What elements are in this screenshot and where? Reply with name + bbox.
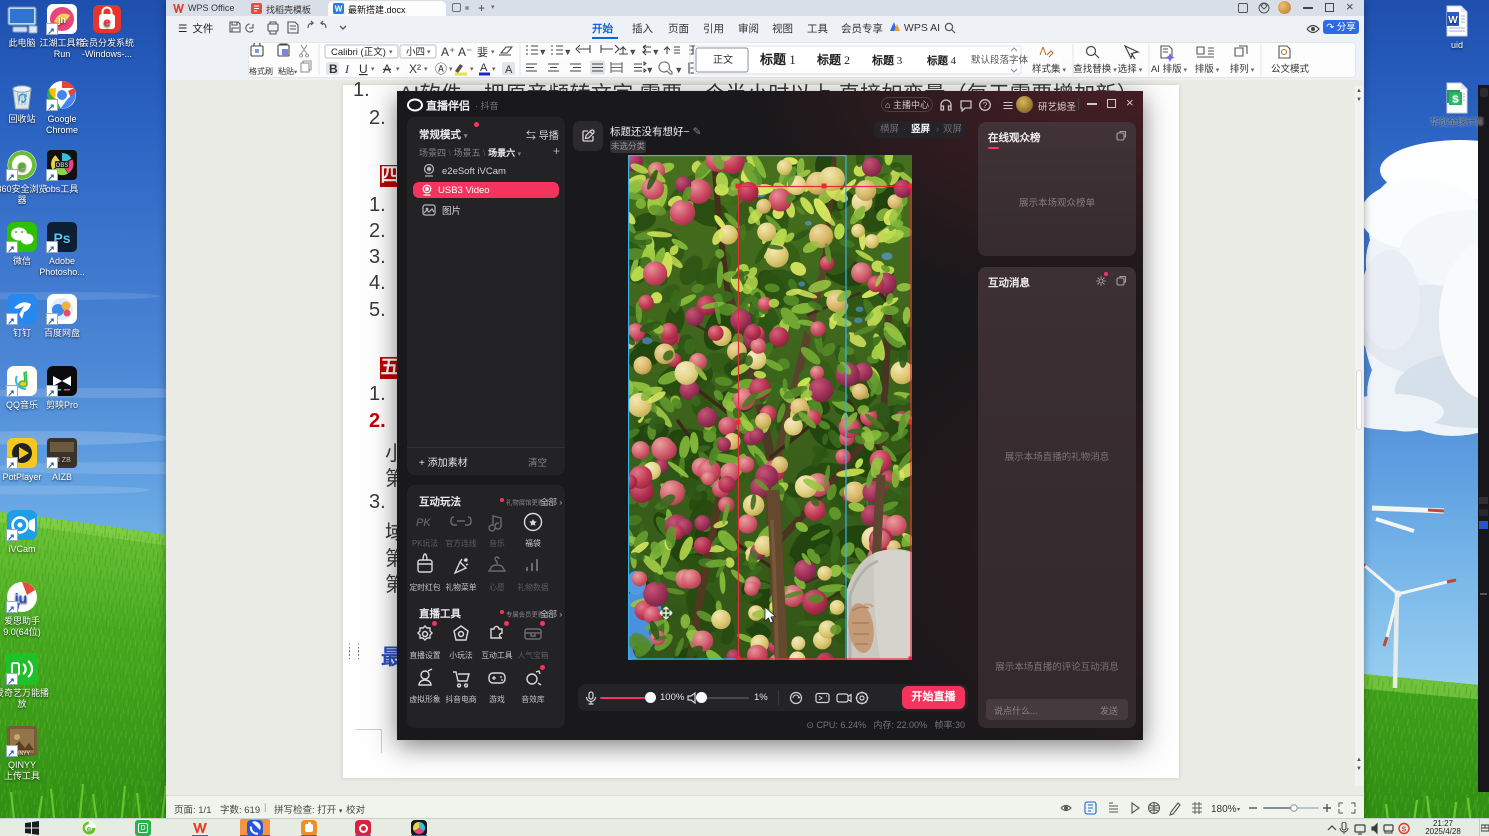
svg-text:A⁺: A⁺ — [441, 45, 455, 59]
svg-text:▾: ▾ — [654, 49, 658, 56]
svg-text:▾: ▾ — [492, 66, 496, 73]
svg-text:▾: ▾ — [396, 66, 400, 73]
svg-text:AI 排版 ▾: AI 排版 ▾ — [1151, 63, 1188, 75]
svg-text:AI ZB: AI ZB — [53, 457, 71, 464]
svg-text:180%: 180% — [1211, 804, 1237, 815]
svg-text:U: U — [359, 62, 368, 76]
svg-text:· 抖音: · 抖音 — [475, 100, 499, 111]
svg-text:e: e — [103, 15, 110, 30]
svg-text:▾: ▾ — [449, 66, 453, 73]
svg-text:W: W — [335, 5, 343, 14]
svg-text:粘贴▾: 粘贴▾ — [278, 66, 298, 76]
svg-text:▾: ▾ — [631, 49, 635, 56]
svg-text:Ps: Ps — [53, 230, 70, 246]
svg-text:W: W — [1448, 15, 1458, 26]
svg-text:格式刷: 格式刷 — [249, 66, 273, 76]
svg-text:婓: 婓 — [477, 46, 488, 59]
svg-text:排列 ▾: 排列 ▾ — [1230, 63, 1255, 75]
svg-text:S: S — [1402, 827, 1407, 834]
svg-text:e: e — [87, 825, 92, 834]
svg-text:A: A — [480, 62, 488, 74]
svg-text:OBS: OBS — [56, 163, 69, 169]
svg-text:jh: jh — [57, 15, 66, 25]
svg-text:直播伴侣: 直播伴侣 — [426, 99, 470, 113]
svg-text:样式集 ▾: 样式集 ▾ — [1032, 63, 1066, 75]
svg-text:▾: ▾ — [566, 49, 570, 56]
svg-text:▾: ▾ — [1237, 807, 1240, 813]
svg-text:▾: ▾ — [389, 49, 393, 56]
svg-text:A: A — [505, 64, 513, 76]
svg-text:?: ? — [983, 101, 988, 110]
svg-text:标题 4: 标题 4 — [926, 54, 957, 67]
svg-text:Calibri (正文): Calibri (正文) — [331, 46, 386, 58]
svg-text:I: I — [344, 62, 350, 76]
svg-text:查找替换 ▾: 查找替换 ▾ — [1073, 63, 1117, 75]
svg-text:小四: 小四 — [406, 47, 425, 58]
svg-text:QINYY: QINYY — [14, 751, 30, 757]
svg-text:B: B — [329, 62, 338, 76]
svg-text:iu: iu — [15, 590, 27, 606]
svg-text:A: A — [383, 62, 391, 76]
svg-text:标题 1: 标题 1 — [759, 52, 796, 67]
svg-text:▾: ▾ — [491, 49, 495, 56]
svg-text:▾: ▾ — [648, 67, 652, 74]
svg-text:PK: PK — [416, 517, 431, 529]
svg-text:图片: 图片 — [442, 205, 461, 217]
svg-text:正文: 正文 — [713, 53, 733, 66]
svg-text:▾: ▾ — [424, 66, 428, 73]
svg-text:e2eSoft iVCam: e2eSoft iVCam — [442, 166, 506, 177]
svg-text:▾: ▾ — [677, 67, 681, 74]
svg-text:▾: ▾ — [470, 66, 474, 73]
svg-text:排版 ▾: 排版 ▾ — [1195, 63, 1220, 75]
svg-text:标题 2: 标题 2 — [816, 52, 850, 67]
svg-text:默认段落字体: 默认段落字体 — [971, 54, 1029, 66]
svg-text:▾: ▾ — [427, 49, 431, 56]
svg-text:A⁻: A⁻ — [458, 45, 472, 59]
svg-text:e: e — [18, 158, 27, 175]
svg-text:▾: ▾ — [541, 49, 545, 56]
svg-text:标题 3: 标题 3 — [871, 53, 903, 67]
svg-text:X²: X² — [409, 62, 421, 76]
svg-text:公文模式: 公文模式 — [1271, 63, 1310, 75]
svg-text:Ⓐ: Ⓐ — [435, 62, 447, 76]
svg-text:S: S — [1452, 95, 1459, 106]
svg-text:▾: ▾ — [371, 66, 375, 73]
svg-text:选择 ▾: 选择 ▾ — [1118, 63, 1143, 75]
